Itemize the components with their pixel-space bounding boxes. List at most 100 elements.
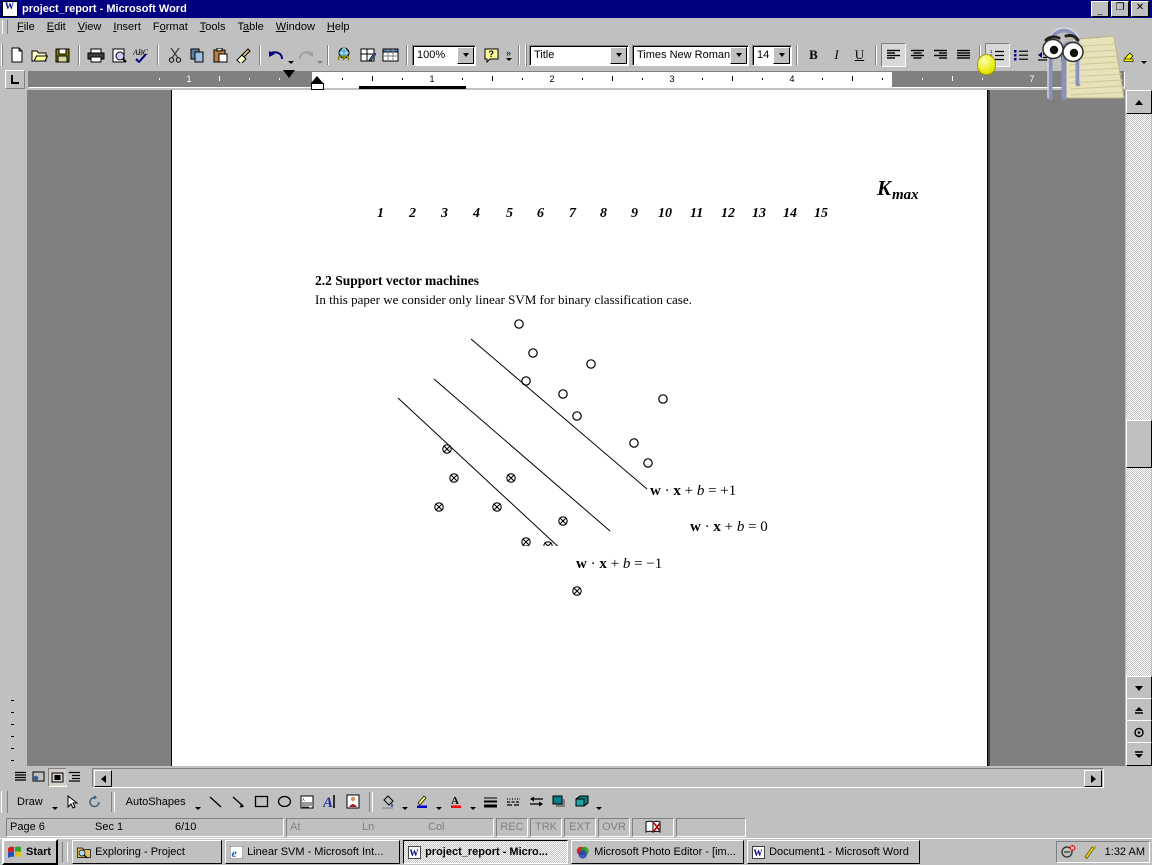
menu-insert[interactable]: Insert: [107, 20, 147, 34]
normal-view-button[interactable]: [12, 768, 29, 785]
taskbar-item-photo-editor[interactable]: Microsoft Photo Editor - [im...: [571, 840, 745, 864]
spelling-status-icon[interactable]: [632, 817, 674, 837]
font-combo[interactable]: Times New Roman: [632, 44, 749, 66]
menu-format[interactable]: Format: [147, 20, 194, 34]
previous-page-button[interactable]: [1126, 698, 1152, 722]
fill-color-button[interactable]: [377, 791, 400, 813]
vertical-scroll-thumb[interactable]: [1126, 420, 1152, 468]
draw-menu-arrow[interactable]: [50, 788, 61, 815]
rectangle-button[interactable]: [250, 791, 273, 813]
menu-tools[interactable]: Tools: [194, 20, 232, 34]
status-rec[interactable]: REC: [496, 817, 528, 837]
align-left-button[interactable]: [881, 43, 906, 67]
zoom-combo[interactable]: 100%: [412, 44, 476, 66]
3d-button[interactable]: [571, 791, 594, 813]
office-assistant-help-button[interactable]: ?: [480, 44, 503, 66]
task-scheduler-icon[interactable]: [1083, 845, 1100, 860]
hanging-indent-marker[interactable]: [311, 76, 323, 83]
drawing-toolbar-grip[interactable]: [1, 790, 8, 813]
start-button[interactable]: Start: [2, 839, 59, 865]
style-combo[interactable]: Title: [529, 44, 629, 66]
next-page-button[interactable]: [1126, 742, 1152, 766]
underline-button[interactable]: U: [848, 44, 871, 66]
autoshapes-menu-button[interactable]: AutoShapes: [119, 791, 193, 813]
assistant-lightbulb-icon[interactable]: [977, 54, 996, 75]
arrow-button[interactable]: [227, 791, 250, 813]
menu-file[interactable]: FFileile: [11, 20, 41, 34]
cut-button[interactable]: [163, 44, 186, 66]
select-browse-object-button[interactable]: [1126, 720, 1152, 744]
arrow-style-button[interactable]: [525, 791, 548, 813]
free-rotate-button[interactable]: [84, 791, 107, 813]
formatting-toolbar-grip[interactable]: [525, 44, 527, 66]
outline-view-button[interactable]: [66, 768, 83, 785]
align-center-button[interactable]: [906, 44, 929, 66]
insert-wordart-button[interactable]: A: [319, 791, 342, 813]
menu-table[interactable]: Table: [231, 20, 269, 34]
autoshapes-menu-arrow[interactable]: [193, 788, 204, 815]
dash-style-button[interactable]: [502, 791, 525, 813]
fill-color-arrow[interactable]: [400, 788, 411, 815]
standard-toolbar-grip[interactable]: [1, 44, 3, 66]
tables-and-borders-button[interactable]: [356, 44, 379, 66]
document-workspace[interactable]: Kmax 1 2 3 4 5 6 7 8 9 10 11 12 13 14 15: [0, 90, 1125, 766]
tab-stop-mark[interactable]: [411, 86, 466, 89]
shadow-button[interactable]: [548, 791, 571, 813]
status-ovr[interactable]: OVR: [598, 817, 630, 837]
status-ext[interactable]: EXT: [564, 817, 596, 837]
menu-edit[interactable]: Edit: [41, 20, 72, 34]
document-page-6[interactable]: Kmax 1 2 3 4 5 6 7 8 9 10 11 12 13 14 15: [171, 90, 988, 766]
insert-hyperlink-button[interactable]: [333, 44, 356, 66]
first-line-indent-marker[interactable]: [283, 70, 295, 78]
horizontal-scrollbar[interactable]: [92, 768, 1104, 788]
volume-icon[interactable]: [1060, 844, 1078, 860]
copy-button[interactable]: [186, 44, 209, 66]
new-document-button[interactable]: [5, 44, 28, 66]
taskbar-item-linear-svm[interactable]: e Linear SVM - Microsoft Int...: [225, 840, 401, 864]
menu-bar-grip[interactable]: [2, 20, 8, 34]
draw-menu-button[interactable]: Draw: [10, 791, 50, 813]
menu-help[interactable]: Help: [321, 20, 356, 34]
font-color-arrow[interactable]: [468, 788, 479, 815]
open-button[interactable]: [28, 44, 51, 66]
line-button[interactable]: [204, 791, 227, 813]
justify-button[interactable]: [952, 44, 975, 66]
print-preview-button[interactable]: [107, 44, 130, 66]
taskbar-item-exploring[interactable]: Exploring - Project: [72, 840, 223, 864]
font-size-dropdown-arrow[interactable]: [773, 46, 790, 64]
text-box-button[interactable]: A: [296, 791, 319, 813]
taskbar-item-project-report[interactable]: W project_report - Micro...: [403, 840, 569, 864]
insert-clip-art-button[interactable]: [342, 791, 365, 813]
scroll-right-button[interactable]: [1084, 770, 1102, 787]
bold-button[interactable]: B: [802, 44, 825, 66]
line-color-button[interactable]: [411, 791, 434, 813]
tab-stop-selector[interactable]: [5, 70, 25, 89]
redo-dropdown-arrow[interactable]: [317, 42, 323, 69]
zoom-dropdown-arrow[interactable]: [457, 46, 474, 64]
align-right-button[interactable]: [929, 44, 952, 66]
taskbar-item-document1[interactable]: W Document1 - Microsoft Word: [747, 840, 921, 864]
line-color-arrow[interactable]: [434, 788, 445, 815]
insert-table-button[interactable]: [379, 44, 402, 66]
more-buttons-chevron[interactable]: »: [503, 44, 514, 66]
scroll-left-button[interactable]: [94, 770, 112, 787]
horizontal-ruler[interactable]: 1 1 2 3 4 7: [28, 71, 1125, 88]
save-button[interactable]: [51, 44, 74, 66]
office-assistant-clippy[interactable]: [1022, 14, 1152, 101]
vertical-scrollbar[interactable]: [1125, 90, 1152, 766]
style-dropdown-arrow[interactable]: [610, 46, 627, 64]
format-painter-button[interactable]: [232, 44, 255, 66]
font-size-combo[interactable]: 14: [752, 44, 792, 66]
menu-view[interactable]: View: [72, 20, 108, 34]
status-trk[interactable]: TRK: [530, 817, 562, 837]
left-indent-marker[interactable]: [311, 83, 324, 90]
tab-stop-mark[interactable]: [359, 86, 411, 89]
italic-button[interactable]: I: [825, 44, 848, 66]
select-objects-button[interactable]: [61, 791, 84, 813]
drawing-overflow-arrow[interactable]: [594, 788, 605, 815]
web-layout-view-button[interactable]: [30, 768, 47, 785]
oval-button[interactable]: [273, 791, 296, 813]
scroll-down-button[interactable]: [1126, 676, 1152, 700]
redo-button[interactable]: [294, 44, 317, 66]
font-dropdown-arrow[interactable]: [730, 46, 747, 64]
